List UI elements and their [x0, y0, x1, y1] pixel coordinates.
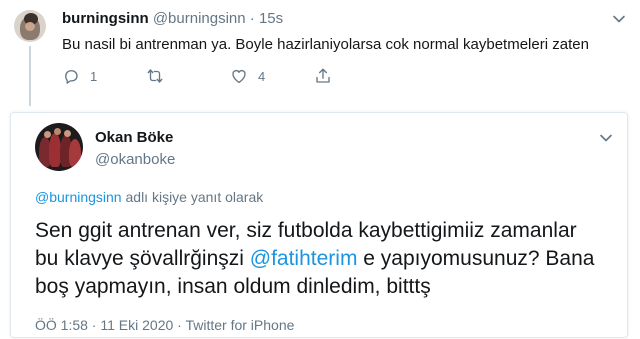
- reply-to-label: adlı kişiye yanıt olarak: [121, 189, 264, 205]
- retweet-button[interactable]: [146, 67, 230, 85]
- tweet-meta[interactable]: ÖÖ 1:58 · 11 Eki 2020 · Twitter for iPho…: [35, 317, 294, 333]
- replying-to: @burningsinn adlı kişiye yanıt olarak: [35, 189, 263, 205]
- thread-line: [29, 46, 31, 106]
- like-count: 4: [258, 68, 266, 84]
- tweet[interactable]: burningsinn @burningsinn · 15s Bu nasil …: [0, 0, 640, 108]
- separator: ·: [249, 10, 255, 27]
- reply-mention-link[interactable]: @burningsinn: [35, 189, 122, 205]
- tweet-text: Bu nasil bi antrenman ya. Boyle hazirlan…: [62, 36, 589, 53]
- share-button[interactable]: [314, 67, 332, 85]
- retweet-icon: [147, 69, 163, 83]
- avatar[interactable]: [14, 10, 46, 42]
- like-button[interactable]: 4: [230, 67, 314, 85]
- avatar[interactable]: [35, 123, 83, 171]
- tweet-text: Sen ggit antrenan ver, siz futbolda kayb…: [35, 217, 595, 301]
- display-name[interactable]: burningsinn: [62, 10, 149, 27]
- timestamp[interactable]: 15s: [259, 10, 283, 27]
- reply-count: 1: [90, 68, 98, 84]
- tweet-actions: 1 4: [62, 66, 332, 86]
- quoted-tweet-card[interactable]: Okan Böke @okanboke @burningsinn adlı ki…: [10, 112, 628, 338]
- tweet-header: burningsinn @burningsinn · 15s: [62, 10, 283, 27]
- reply-button[interactable]: 1: [62, 67, 146, 85]
- display-name[interactable]: Okan Böke: [95, 129, 173, 146]
- like-icon: [232, 70, 246, 84]
- chevron-down-icon[interactable]: [599, 131, 613, 145]
- user-handle[interactable]: @okanboke: [95, 151, 175, 168]
- mention-link[interactable]: @fatihterim: [250, 247, 358, 270]
- chevron-down-icon[interactable]: [612, 12, 626, 26]
- user-handle[interactable]: @burningsinn: [153, 10, 246, 27]
- reply-icon: [65, 70, 78, 84]
- share-icon: [316, 68, 330, 83]
